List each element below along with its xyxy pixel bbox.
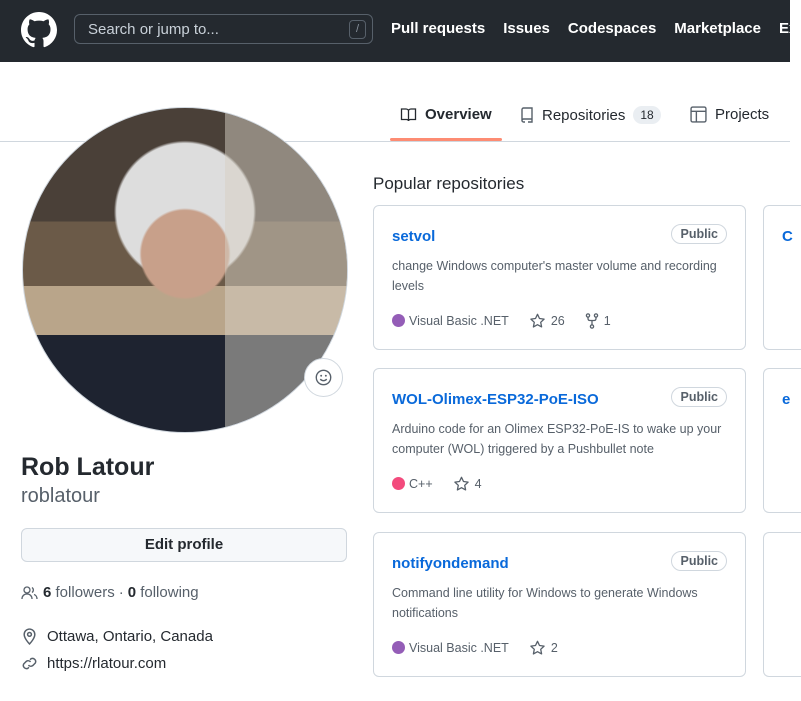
- nav-codespaces[interactable]: Codespaces: [568, 20, 656, 37]
- repo-description: Command line utility for Windows to gene…: [392, 586, 698, 620]
- repo-meta: Visual Basic .NET 2: [392, 640, 558, 656]
- repo-name-link[interactable]: setvol: [392, 228, 435, 245]
- star-icon: [530, 640, 545, 655]
- repo-card: setvol Public change Windows computer's …: [373, 205, 746, 350]
- fork-icon: [585, 313, 598, 329]
- smiley-icon: [315, 369, 332, 386]
- nav-explore[interactable]: Explore: [779, 20, 801, 37]
- forks-link[interactable]: 1: [585, 313, 611, 329]
- following-count: 0: [127, 584, 137, 601]
- set-status-button[interactable]: [304, 358, 343, 397]
- location-icon: [23, 628, 36, 645]
- language-color-dot: [392, 641, 405, 654]
- visibility-badge: Public: [671, 387, 727, 407]
- language-name: Visual Basic .NET: [409, 314, 509, 328]
- language-name: C++: [409, 477, 433, 491]
- search-placeholder: Search or jump to...: [88, 21, 219, 38]
- language-color-dot: [392, 477, 405, 490]
- repo-description: change Windows computer's master volume …: [392, 259, 717, 293]
- star-icon: [530, 313, 545, 328]
- repo-name-fragment: e: [782, 391, 791, 408]
- repo-description: Arduino code for an Olimex ESP32-PoE-IS …: [392, 422, 722, 456]
- global-nav: Pull requests Issues Codespaces Marketpl…: [391, 20, 801, 37]
- slash-key-hint: /: [349, 20, 366, 39]
- tab-repositories[interactable]: Repositories 18: [520, 106, 661, 124]
- search-input[interactable]: Search or jump to... /: [74, 14, 373, 44]
- profile-name: Rob Latour: [21, 453, 155, 481]
- stars-count: 26: [550, 314, 565, 328]
- top-header: Search or jump to... / Pull requests Issu…: [0, 0, 801, 62]
- people-icon: [21, 585, 38, 599]
- tab-label: Overview: [425, 106, 492, 123]
- tab-label: Repositories: [542, 106, 626, 124]
- repo-icon: [521, 106, 533, 123]
- language-color-dot: [392, 314, 405, 327]
- language: Visual Basic .NET: [392, 314, 509, 328]
- followers-count: 6: [43, 584, 52, 601]
- table-icon: [690, 106, 707, 123]
- visibility-badge: Public: [671, 551, 727, 571]
- website-link[interactable]: https://rlatour.com: [47, 655, 166, 672]
- language: C++: [392, 477, 433, 491]
- edit-profile-button[interactable]: Edit profile: [21, 528, 347, 562]
- stars-link[interactable]: 26: [529, 313, 565, 329]
- repo-name-link[interactable]: WOL-Olimex-ESP32-PoE-ISO: [392, 391, 599, 408]
- repo-card: WOL-Olimex-ESP32-PoE-ISO Public Arduino …: [373, 368, 746, 513]
- location: Ottawa, Ontario, Canada: [21, 628, 213, 645]
- followers-label: followers: [55, 584, 115, 601]
- popular-repos-heading: Popular repositories: [373, 174, 525, 193]
- forks-count: 1: [603, 314, 611, 328]
- repo-name-link[interactable]: notifyondemand: [392, 555, 509, 572]
- repo-card-partial[interactable]: e: [763, 368, 801, 513]
- nav-marketplace[interactable]: Marketplace: [674, 20, 761, 37]
- repo-card-partial[interactable]: C: [763, 205, 801, 350]
- language: Visual Basic .NET: [392, 641, 509, 655]
- repo-card: notifyondemand Public Command line utili…: [373, 532, 746, 677]
- stars-count: 4: [474, 477, 482, 491]
- repo-meta: C++ 4: [392, 476, 482, 492]
- book-icon: [400, 107, 417, 121]
- tab-label: Projects: [715, 106, 770, 123]
- nav-pull-requests[interactable]: Pull requests: [391, 20, 485, 37]
- visibility-badge: Public: [671, 224, 727, 244]
- stars-count: 2: [550, 641, 558, 655]
- profile-login: roblatour: [21, 485, 100, 507]
- location-text: Ottawa, Ontario, Canada: [47, 628, 213, 645]
- star-icon: [453, 476, 469, 491]
- avatar[interactable]: [22, 107, 348, 433]
- stars-link[interactable]: 2: [529, 640, 558, 656]
- repo-name-fragment: C: [782, 228, 793, 245]
- nav-issues[interactable]: Issues: [503, 20, 550, 37]
- repo-count-badge: 18: [633, 106, 661, 124]
- link-icon: [22, 657, 37, 670]
- tab-projects[interactable]: Projects: [690, 106, 769, 123]
- language-name: Visual Basic .NET: [409, 641, 509, 655]
- website: https://rlatour.com: [21, 655, 166, 672]
- stars-link[interactable]: 4: [453, 476, 482, 492]
- github-logo-icon[interactable]: [21, 12, 57, 48]
- follow-stats: 6 followers · 0 following: [21, 584, 199, 601]
- following-label: following: [140, 584, 199, 601]
- repo-meta: Visual Basic .NET 26 1: [392, 313, 611, 329]
- following-link[interactable]: 0 following: [128, 584, 199, 601]
- tab-overview[interactable]: Overview: [390, 106, 502, 141]
- followers-link[interactable]: 6 followers: [43, 584, 115, 601]
- separator: ·: [118, 584, 124, 601]
- repo-card-partial[interactable]: [763, 532, 801, 677]
- avatar-background: [23, 108, 347, 432]
